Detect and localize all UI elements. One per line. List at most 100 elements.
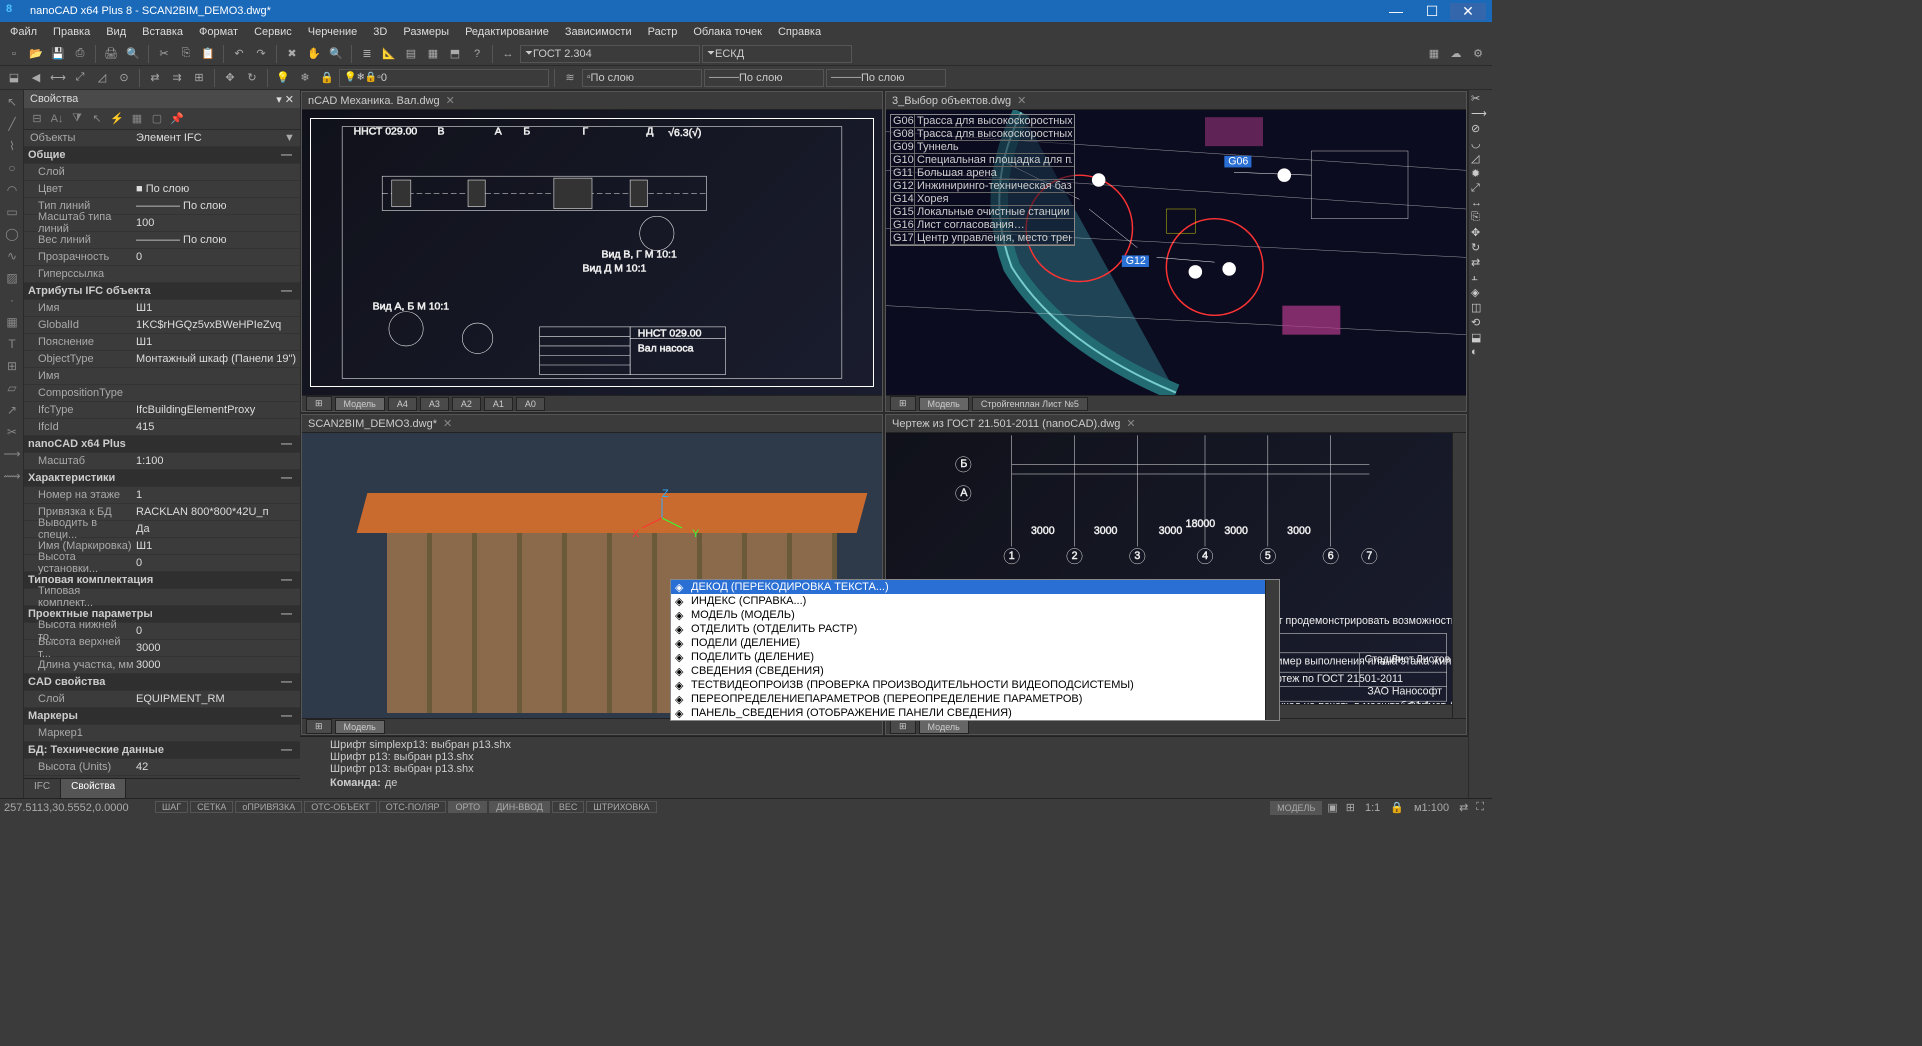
autocomplete-item[interactable]: ◈ТЕСТВИДЕОПРОИЗВ (ПРОВЕРКА ПРОИЗВОДИТЕЛЬ… (671, 678, 1279, 692)
model-toggle[interactable]: МОДЕЛЬ (1270, 801, 1322, 815)
layout-icon[interactable]: ⊞ (306, 396, 332, 411)
cloud-icon[interactable]: ☁ (1446, 44, 1466, 64)
menu-вид[interactable]: Вид (100, 24, 132, 40)
prop-row[interactable]: Высота установки...0 (24, 555, 300, 572)
spline-icon[interactable]: ∿ (2, 246, 22, 266)
viewport-tab-label[interactable]: Чертеж из ГОСТ 21.501-2011 (nanoCAD).dwg (892, 418, 1120, 430)
mleader-icon[interactable]: ↗ (2, 400, 22, 420)
zoom-icon[interactable]: 🔍 (326, 44, 346, 64)
print-icon[interactable]: 🖨 (101, 44, 121, 64)
prop-row[interactable]: Высота (Units)42 (24, 759, 300, 776)
layer-dropdown[interactable]: 💡❄🔒▫ 0 (339, 69, 549, 87)
trim-tool-icon[interactable]: ✂ (1471, 92, 1490, 105)
prop-row[interactable]: Масштаб типа линий100 (24, 215, 300, 232)
join-icon[interactable]: ⟿ (2, 466, 22, 486)
linetype-dropdown[interactable]: ——— По слою (704, 69, 824, 87)
filter-icon[interactable]: ⧩ (68, 110, 86, 128)
close-icon[interactable]: ✕ (443, 417, 452, 430)
status-icon[interactable]: ⊞ (1342, 801, 1359, 814)
polyline-icon[interactable]: ⌇ (2, 136, 22, 156)
prop-group-header[interactable]: CAD свойства— (24, 674, 300, 691)
autocomplete-item[interactable]: ◈ОТДЕЛИТЬ (ОТДЕЛИТЬ РАСТР) (671, 622, 1279, 636)
circle-icon[interactable]: ○ (2, 158, 22, 178)
open-icon[interactable]: 📂 (26, 44, 46, 64)
prop-row[interactable]: Прозрачность0 (24, 249, 300, 266)
model-tab[interactable]: Модель (335, 397, 385, 411)
redo-icon[interactable]: ↷ (251, 44, 271, 64)
xref-icon[interactable]: ⬒ (445, 44, 465, 64)
command-input[interactable] (385, 777, 1438, 789)
layer-lock-icon[interactable]: 🔒 (317, 68, 337, 88)
menu-редактирование[interactable]: Редактирование (459, 24, 555, 40)
layer-freeze-icon[interactable]: ❄ (295, 68, 315, 88)
dropdown-icon[interactable]: ▼ (284, 132, 300, 144)
lightning-icon[interactable]: ⚡ (108, 110, 126, 128)
region-icon[interactable]: ▱ (2, 378, 22, 398)
fillet-icon[interactable]: ◡ (1471, 137, 1490, 150)
extend-tool-icon[interactable]: ⟶ (1471, 107, 1490, 120)
model-tab[interactable]: Модель (919, 397, 969, 411)
layer-lbulb-icon[interactable]: 💡 (273, 68, 293, 88)
extend-icon[interactable]: ⟶ (2, 444, 22, 464)
preview-icon[interactable]: 🔍 (123, 44, 143, 64)
layers-icon[interactable]: ▤ (401, 44, 421, 64)
prop-group-header[interactable]: БД: Технические данные— (24, 742, 300, 759)
prop-row[interactable]: Цвет■ По слою (24, 181, 300, 198)
dimension-icon[interactable]: ↔ (498, 44, 518, 64)
status-toggle-ОТС-ОБЪЕКТ[interactable]: ОТС-ОБЪЕКТ (304, 801, 376, 813)
prop-row[interactable]: IfcId415 (24, 419, 300, 436)
align-icon[interactable]: ⫠ (1471, 271, 1490, 284)
blocks-icon[interactable]: ▦ (423, 44, 443, 64)
stretch-icon[interactable]: ↔ (1471, 197, 1490, 209)
dimalign-icon[interactable]: ⤢ (70, 68, 90, 88)
model-tab[interactable]: Модель (335, 720, 385, 734)
menu-правка[interactable]: Правка (47, 24, 96, 40)
prop-row[interactable]: Вес линий———— По слою (24, 232, 300, 249)
select-all-icon[interactable]: ▦ (128, 110, 146, 128)
autocomplete-item[interactable]: ◈МОДЕЛЬ (МОДЕЛЬ) (671, 608, 1279, 622)
copy-icon[interactable]: ⎘ (176, 44, 196, 64)
prop-row[interactable]: Маркер1 (24, 725, 300, 742)
array-icon[interactable]: ⊞ (189, 68, 209, 88)
prop-row[interactable]: Номер на этаже1 (24, 487, 300, 504)
close-icon[interactable]: ✕ (1017, 94, 1026, 107)
prop-row[interactable]: ПояснениеШ1 (24, 334, 300, 351)
layout-icon[interactable]: ⊞ (306, 719, 332, 734)
model-tab[interactable]: A0 (516, 397, 545, 411)
dimlin-icon[interactable]: ⟷ (48, 68, 68, 88)
prop-row[interactable]: СлойEQUIPMENT_RM (24, 691, 300, 708)
tool-icon[interactable]: ⚙ (1468, 44, 1488, 64)
prop-row[interactable]: ИмяШ1 (24, 300, 300, 317)
layout-icon[interactable]: ⊞ (890, 396, 916, 411)
dimrad-icon[interactable]: ⊙ (114, 68, 134, 88)
autocomplete-item[interactable]: ◈ПОДЕЛИ (ДЕЛЕНИЕ) (671, 636, 1279, 650)
help-icon[interactable]: ? (467, 44, 487, 64)
autocomplete-item[interactable]: ◈ДЕКОД (ПЕРЕКОДИРОВКА ТЕКСТА...) (671, 580, 1279, 594)
annoscale-label[interactable]: 1:1 (1359, 802, 1386, 814)
scrollbar-vertical[interactable] (1452, 433, 1466, 718)
render-icon[interactable]: ◐ (1471, 346, 1490, 358)
model-tab[interactable]: A2 (452, 397, 481, 411)
select-none-icon[interactable]: ▢ (148, 110, 166, 128)
tab-ifc[interactable]: IFC (24, 779, 61, 798)
pin-icon[interactable]: 📌 (168, 110, 186, 128)
prop-row[interactable]: Типовая комплект... (24, 589, 300, 606)
panel-close-icon[interactable]: ▾ ✕ (276, 93, 294, 106)
switch-icon[interactable]: ⇄ (1455, 801, 1472, 814)
model-tab[interactable]: A4 (388, 397, 417, 411)
cut-icon[interactable]: ✂ (154, 44, 174, 64)
dimang-icon[interactable]: ◿ (92, 68, 112, 88)
status-toggle-ВЕС[interactable]: ВЕС (552, 801, 585, 813)
arc-icon[interactable]: ◠ (2, 180, 22, 200)
status-toggle-ОРТО[interactable]: ОРТО (448, 801, 487, 813)
block-icon[interactable]: ▦ (2, 312, 22, 332)
prop-row[interactable]: Гиперссылка (24, 266, 300, 283)
autocomplete-item[interactable]: ◈ПОДЕЛИТЬ (ДЕЛЕНИЕ) (671, 650, 1279, 664)
objects-value[interactable]: Элемент IFC (134, 132, 284, 144)
status-toggle-СЕТКА[interactable]: СЕТКА (190, 801, 233, 813)
ltscale-icon[interactable]: ≋ (560, 68, 580, 88)
close-icon[interactable]: ✕ (1126, 417, 1135, 430)
lock-icon[interactable]: 🔒 (1386, 801, 1408, 814)
hatch-icon[interactable]: ▨ (2, 268, 22, 288)
layer-prev-icon[interactable]: ◀ (26, 68, 46, 88)
